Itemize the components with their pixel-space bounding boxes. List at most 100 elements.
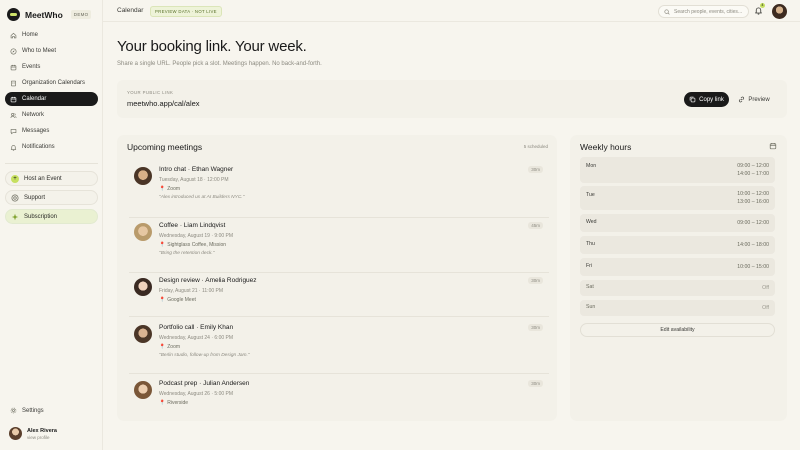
day-row-thu[interactable]: Thu 14:00 – 18:00 bbox=[580, 236, 775, 254]
page-subtitle: Share a single URL. People pick a slot. … bbox=[117, 61, 322, 67]
avatar bbox=[9, 427, 22, 440]
divider bbox=[129, 316, 549, 317]
notification-count-badge: 4 bbox=[760, 3, 765, 8]
upcoming-meetings-title: Upcoming meetings bbox=[127, 142, 203, 152]
day-row-fri[interactable]: Fri 10:00 – 15:00 bbox=[580, 258, 775, 276]
pin-icon: 📍 bbox=[159, 297, 166, 303]
view-profile-link[interactable]: view profile bbox=[27, 435, 57, 440]
divider bbox=[129, 272, 549, 273]
public-link-url[interactable]: meetwho.app/cal/alex bbox=[127, 99, 200, 108]
duration-badge: 30m bbox=[528, 380, 543, 387]
sidebar-item-notifications[interactable]: Notifications bbox=[5, 140, 98, 154]
location-text: Zoom bbox=[167, 186, 181, 192]
meeting-datetime: Wednesday, August 19 · 9:00 PM bbox=[159, 233, 234, 239]
location-text: Riverside bbox=[167, 400, 189, 406]
avatar bbox=[134, 325, 152, 343]
sidebar-item-messages[interactable]: Messages bbox=[5, 124, 98, 138]
sidebar-item-events[interactable]: Events bbox=[5, 60, 98, 74]
meeting-title: Coffee · Liam Lindqvist bbox=[159, 222, 226, 229]
meeting-note: "Alex introduced us at AI Builders NYC." bbox=[159, 195, 245, 200]
meeting-title: Intro chat · Ethan Wagner bbox=[159, 166, 234, 173]
meeting-title: Design review · Amelia Rodriguez bbox=[159, 277, 257, 284]
day-name: Sun bbox=[586, 304, 596, 310]
day-row-wed[interactable]: Wed 09:00 – 12:00 bbox=[580, 214, 775, 232]
meeting-title: Portfolio call · Emily Khan bbox=[159, 324, 234, 331]
meeting-item[interactable]: Podcast prep · Julian Andersen Wednesday… bbox=[129, 379, 549, 429]
subscription-label: Subscription bbox=[24, 213, 58, 220]
app-logo[interactable]: MeetWho DEMO bbox=[7, 8, 92, 21]
pin-icon: 📍 bbox=[159, 400, 166, 406]
message-icon bbox=[10, 128, 17, 134]
day-name: Sat bbox=[586, 284, 594, 290]
meeting-note: "Berlin studio, follow-up from Design Ja… bbox=[159, 353, 250, 358]
sidebar-nav: Home Who to Meet Events Organization Cal… bbox=[5, 28, 98, 156]
meeting-location: 📍 Riverside bbox=[159, 400, 188, 406]
sidebar-item-calendar[interactable]: Calendar bbox=[5, 92, 98, 106]
day-row-sat[interactable]: Sat Off bbox=[580, 280, 775, 296]
edit-availability-button[interactable]: Edit availability bbox=[580, 323, 775, 337]
settings-label: Settings bbox=[22, 407, 44, 414]
calendar-icon bbox=[10, 96, 17, 102]
duration-badge: 30m bbox=[528, 324, 543, 331]
logo-icon bbox=[7, 8, 20, 21]
people-icon bbox=[10, 112, 17, 118]
meeting-datetime: Tuesday, August 18 · 12:00 PM bbox=[159, 177, 229, 183]
upcoming-meetings-card: Upcoming meetings 5 scheduled Intro chat… bbox=[117, 135, 557, 421]
gear-icon bbox=[10, 407, 17, 414]
day-time: 14:00 – 18:00 bbox=[737, 242, 769, 248]
day-row-mon[interactable]: Mon 09:00 – 12:00 14:00 – 17:00 bbox=[580, 157, 775, 183]
day-time: Off bbox=[762, 305, 769, 311]
day-name: Wed bbox=[586, 219, 597, 225]
pin-icon: 📍 bbox=[159, 242, 166, 248]
breadcrumb: Calendar bbox=[117, 7, 144, 14]
preview-button[interactable]: Preview bbox=[734, 92, 774, 107]
day-row-tue[interactable]: Tue 10:00 – 12:00 13:00 – 16:00 bbox=[580, 186, 775, 210]
day-time: 09:00 – 12:00 14:00 – 17:00 bbox=[737, 163, 769, 177]
pin-icon: 📍 bbox=[159, 186, 166, 192]
public-link-label: YOUR PUBLIC LINK bbox=[127, 90, 174, 95]
copy-link-button[interactable]: Copy link bbox=[684, 92, 729, 107]
avatar[interactable] bbox=[772, 4, 787, 19]
preview-label: Preview bbox=[748, 96, 770, 103]
divider bbox=[129, 217, 549, 218]
day-name: Mon bbox=[586, 163, 597, 169]
meeting-item[interactable]: Intro chat · Ethan Wagner Tuesday, Augus… bbox=[129, 165, 549, 215]
weekly-hours-title: Weekly hours bbox=[580, 142, 632, 152]
day-time: Off bbox=[762, 285, 769, 291]
avatar bbox=[134, 278, 152, 296]
booking-link-card: YOUR PUBLIC LINK meetwho.app/cal/alex Co… bbox=[117, 80, 787, 118]
preview-data-badge: PREVIEW DATA · NOT LIVE bbox=[150, 6, 222, 17]
location-text: Sightglass Coffee, Mission bbox=[167, 242, 227, 248]
meeting-location: 📍 Sightglass Coffee, Mission bbox=[159, 242, 226, 248]
calendar-icon[interactable] bbox=[769, 142, 777, 150]
meeting-item[interactable]: Design review · Amelia Rodriguez Friday,… bbox=[129, 276, 549, 326]
sidebar-item-label: Who to Meet bbox=[22, 48, 57, 54]
help-icon bbox=[11, 194, 19, 201]
day-row-sun[interactable]: Sun Off bbox=[580, 300, 775, 316]
sidebar-item-organization-calendars[interactable]: Organization Calendars bbox=[5, 76, 98, 90]
page-title: Your booking link. Your week. bbox=[117, 38, 307, 55]
day-time: 10:00 – 12:00 13:00 – 16:00 bbox=[737, 191, 769, 205]
search-icon bbox=[664, 8, 670, 15]
copy-link-label: Copy link bbox=[699, 96, 724, 103]
meeting-item[interactable]: Coffee · Liam Lindqvist Wednesday, Augus… bbox=[129, 221, 549, 271]
duration-badge: 30m bbox=[528, 166, 543, 173]
user-profile[interactable]: Alex Rivera view profile bbox=[9, 427, 57, 440]
compass-icon bbox=[10, 48, 17, 54]
calendar-icon bbox=[10, 64, 17, 70]
meeting-location: 📍 Google Meet bbox=[159, 297, 196, 303]
host-event-button[interactable]: + Host an Event bbox=[5, 171, 98, 186]
settings-link[interactable]: Settings bbox=[10, 407, 44, 414]
support-label: Support bbox=[24, 194, 46, 201]
sidebar-item-network[interactable]: Network bbox=[5, 108, 98, 122]
subscription-button[interactable]: Subscription bbox=[5, 209, 98, 224]
search-input[interactable]: Search people, events, cities... bbox=[658, 5, 749, 18]
meeting-note: "Bring the retention deck." bbox=[159, 251, 215, 256]
support-button[interactable]: Support bbox=[5, 190, 98, 205]
day-time: 09:00 – 12:00 bbox=[737, 220, 769, 226]
day-time: 10:00 – 15:00 bbox=[737, 264, 769, 270]
meeting-item[interactable]: Portfolio call · Emily Khan Wednesday, A… bbox=[129, 323, 549, 373]
sidebar-item-home[interactable]: Home bbox=[5, 28, 98, 42]
sidebar-item-who-to-meet[interactable]: Who to Meet bbox=[5, 44, 98, 58]
duration-badge: 30m bbox=[528, 277, 543, 284]
